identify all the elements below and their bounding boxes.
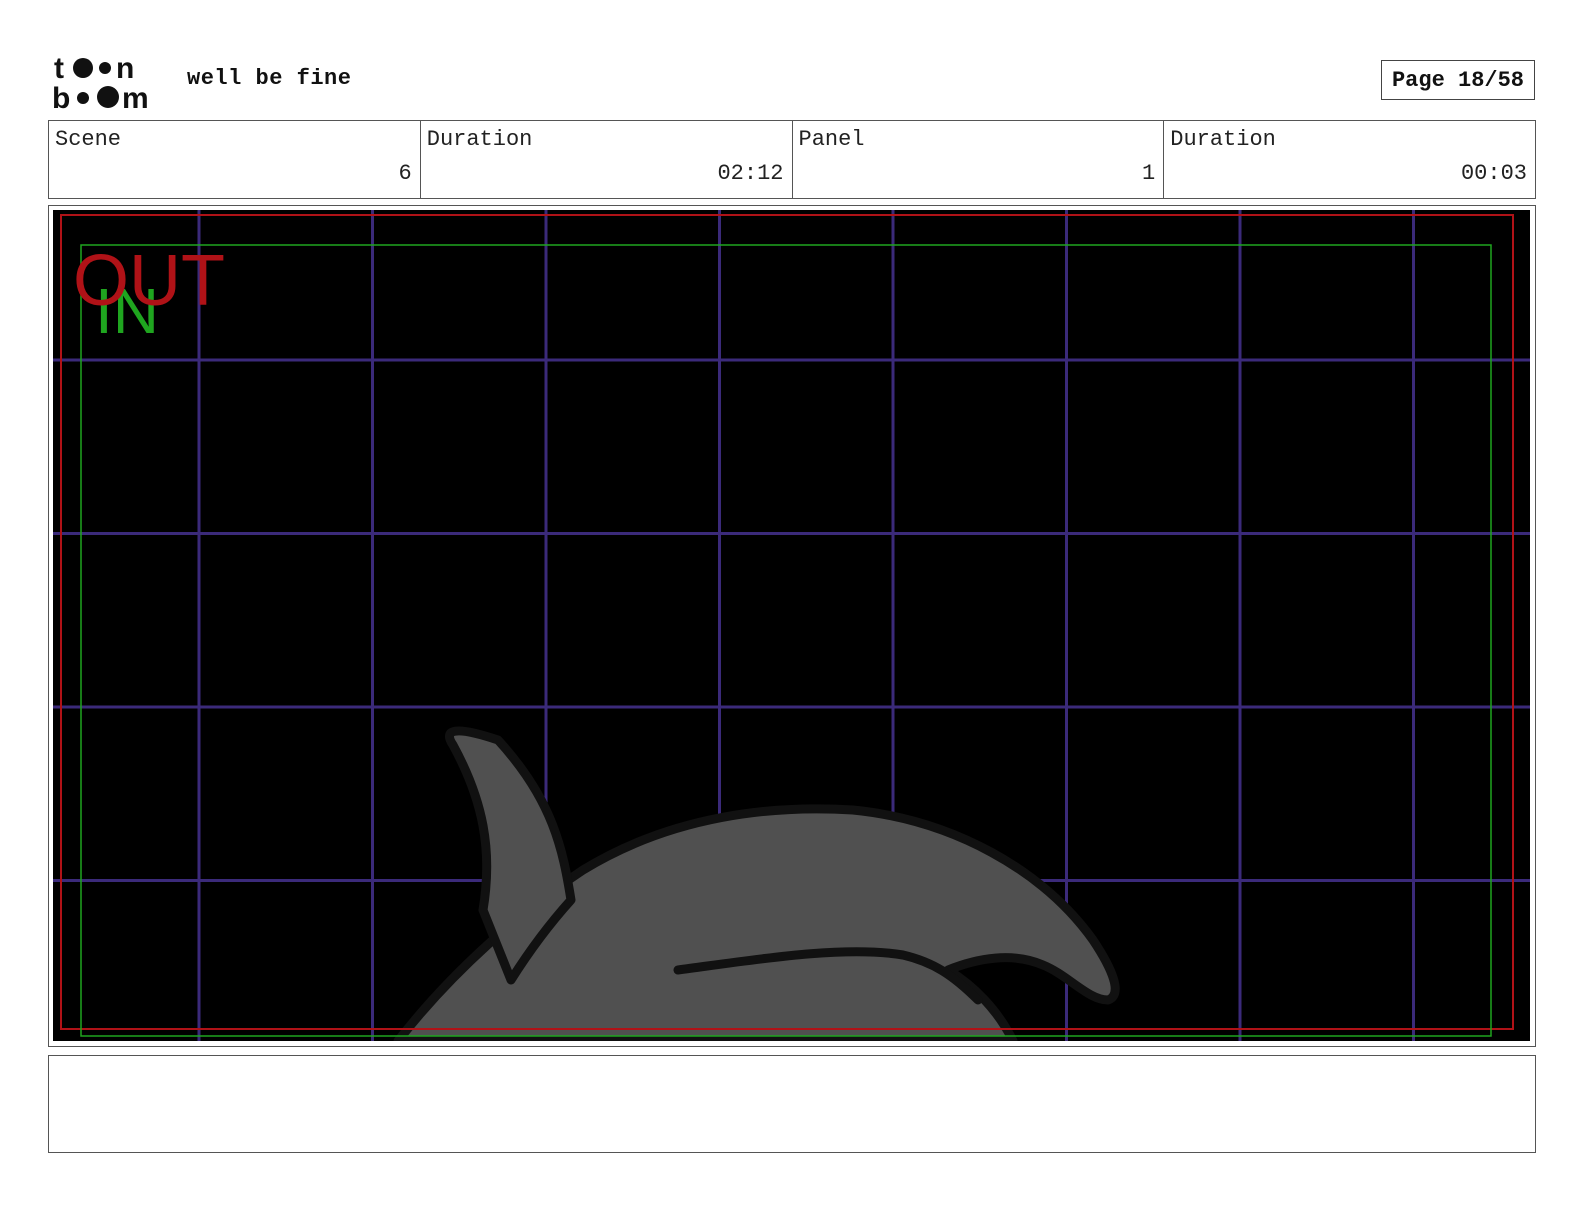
scene-duration-label: Duration <box>426 127 533 152</box>
toon-boom-logo: t n b m <box>50 50 166 115</box>
panel-duration-value: 00:03 <box>1460 161 1527 186</box>
scene-value: 6 <box>398 161 412 186</box>
scene-cell: Scene 6 <box>49 121 421 198</box>
svg-text:m: m <box>122 82 149 112</box>
svg-text:t: t <box>54 52 64 85</box>
panel-notes <box>48 1055 1536 1153</box>
panel-value: 1 <box>1142 161 1156 186</box>
svg-text:n: n <box>116 52 134 85</box>
scene-duration-value: 02:12 <box>717 161 784 186</box>
toon-boom-logo-icon: t n b m <box>52 52 149 115</box>
panel-duration-cell: Duration 00:03 <box>1164 121 1535 198</box>
scene-duration-cell: Duration 02:12 <box>421 121 793 198</box>
panel-duration-label: Duration <box>1170 127 1276 152</box>
panel-cell: Panel 1 <box>793 121 1165 198</box>
safe-area-out-label: OUT <box>73 241 225 321</box>
scene-label: Scene <box>55 127 122 152</box>
storyboard-title: well be fine <box>187 66 352 91</box>
panel-info-table: Scene 6 Duration 02:12 Panel 1 Duration … <box>48 120 1536 199</box>
panel-label: Panel <box>798 127 865 152</box>
page-number: Page 18/58 <box>1381 60 1535 100</box>
panel-image: IN OUT <box>53 210 1530 1041</box>
panel-frame: IN OUT <box>48 205 1536 1047</box>
svg-text:b: b <box>52 82 70 112</box>
